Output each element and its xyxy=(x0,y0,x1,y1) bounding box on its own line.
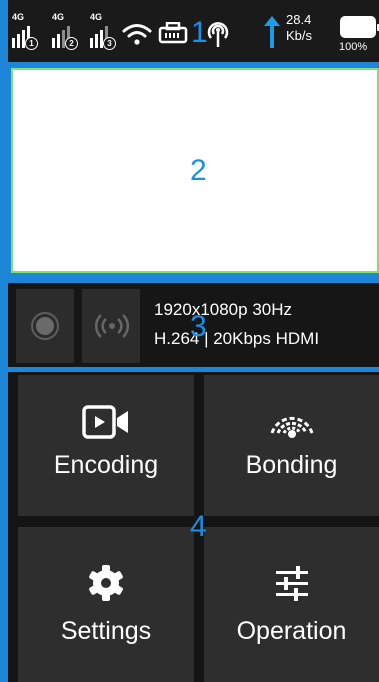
live-stream-button[interactable] xyxy=(82,289,140,363)
encoding-info: H.264 | 20Kbps HDMI xyxy=(154,329,320,348)
cellular-signal-3-icon: 4G 3 xyxy=(90,12,116,50)
bonding-tile[interactable]: Bonding xyxy=(204,375,379,516)
broadcast-antenna-icon xyxy=(207,22,229,47)
gear-icon xyxy=(89,565,123,601)
cellular-signal-1-icon: 4G 1 xyxy=(12,12,38,50)
bonding-icon xyxy=(270,416,313,438)
annotation-3: 3 xyxy=(190,310,207,343)
operation-label: Operation xyxy=(236,617,347,645)
cellular-signal-2-icon: 4G 2 xyxy=(52,12,78,50)
annotation-2: 2 xyxy=(190,154,207,187)
sliders-icon xyxy=(275,566,308,601)
bonding-label: Bonding xyxy=(245,451,338,479)
ethernet-icon xyxy=(158,22,188,44)
annotation-4: 4 xyxy=(190,510,207,543)
live-broadcast-icon xyxy=(94,314,130,338)
video-format: 1920x1080p 30Hz xyxy=(154,300,293,319)
battery-level: 100% xyxy=(339,41,368,53)
upload-speed: 28.4 Kb/s xyxy=(286,12,313,43)
annotation-1: 1 xyxy=(191,16,208,49)
record-button[interactable] xyxy=(16,289,74,363)
operation-tile[interactable]: Operation xyxy=(204,527,379,682)
app-screen: 4G 1 4G 2 4G 3 28.4 Kb/s 100% 1920x1080p… xyxy=(0,0,379,682)
upload-arrow-icon xyxy=(264,16,280,48)
wifi-icon xyxy=(122,24,152,45)
video-camera-icon xyxy=(82,405,128,439)
encoding-label: Encoding xyxy=(53,451,159,479)
settings-label: Settings xyxy=(60,617,152,645)
battery-icon xyxy=(340,16,379,38)
settings-tile[interactable]: Settings xyxy=(18,527,194,682)
record-icon xyxy=(31,312,59,340)
encoding-tile[interactable]: Encoding xyxy=(18,375,194,516)
